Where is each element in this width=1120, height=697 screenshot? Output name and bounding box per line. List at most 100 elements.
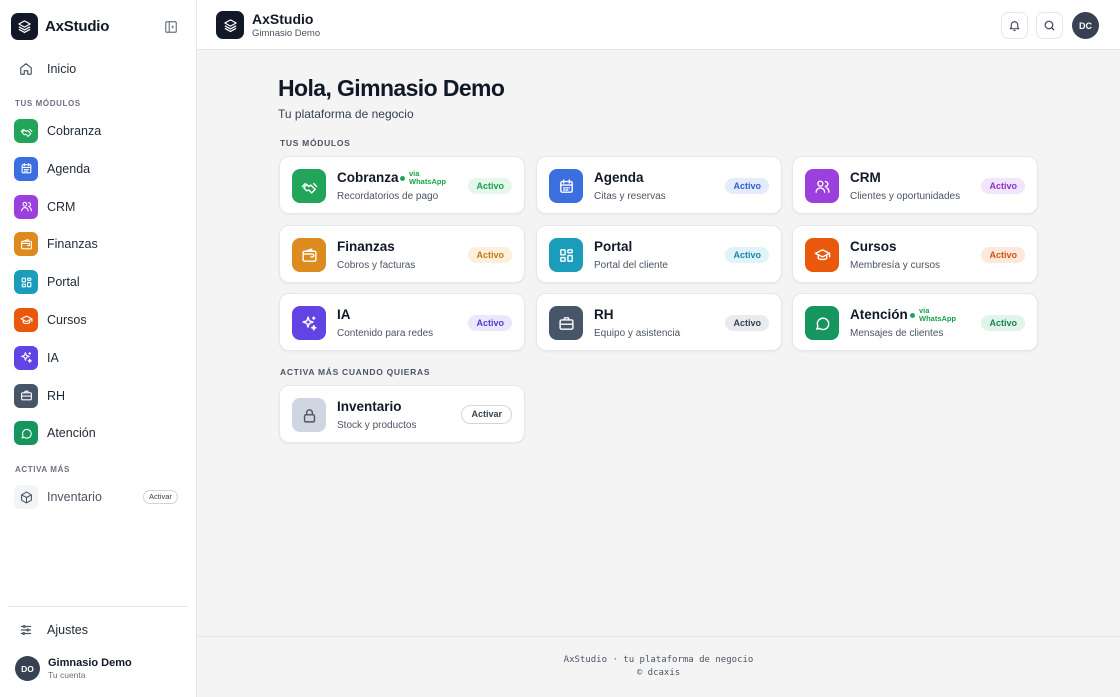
sidebar-item-portal[interactable]: Portal	[14, 269, 184, 295]
card-title: Agenda	[594, 170, 644, 185]
card-title: Inventario	[337, 399, 402, 414]
status-badge: Activo	[468, 315, 512, 331]
card-title: IA	[337, 307, 351, 322]
briefcase-icon	[14, 383, 38, 408]
sidebar-item-label: Cursos	[47, 313, 87, 327]
card-subtitle: Equipo y asistencia	[594, 328, 681, 339]
sparkles-icon	[292, 306, 326, 340]
calendar-icon	[14, 156, 38, 181]
search-button[interactable]	[1036, 12, 1063, 39]
status-dot	[400, 175, 405, 181]
card-title: Cobranza	[337, 170, 399, 185]
card-subtitle: Portal del cliente	[594, 260, 668, 271]
header-title: AxStudio	[252, 11, 314, 27]
graduation-cap-icon	[805, 238, 839, 272]
status-badge: Activo	[725, 178, 769, 194]
sidebar-item-label: Portal	[47, 275, 80, 290]
sidebar-item-finanzas[interactable]: Finanzas	[14, 231, 184, 257]
sidebar-item-label: Atención	[47, 426, 96, 441]
grid-icon	[14, 270, 38, 295]
card-subtitle: Contenido para redes	[337, 328, 434, 339]
sidebar-item-label: IA	[47, 350, 59, 365]
module-card-inventario[interactable]: Inventario Stock y productos Activar	[279, 385, 525, 443]
sidebar-activar-button[interactable]: Activar	[143, 490, 178, 504]
top-header: AxStudio Gimnasio Demo DC	[197, 0, 1120, 50]
graduation-cap-icon	[14, 308, 38, 332]
sidebar-item-atención[interactable]: Atención	[14, 420, 184, 446]
sidebar-item-agenda[interactable]: Agenda	[14, 156, 184, 182]
sidebar-item-ajustes[interactable]: Ajustes	[14, 617, 184, 643]
module-card-rh[interactable]: RH Equipo y asistencia Activo	[536, 293, 782, 351]
card-title: CRM	[850, 170, 881, 185]
account-menu[interactable]: DO Gimnasio Demo Tu cuenta	[15, 656, 132, 681]
whatsapp-tag-label: via WhatsApp	[919, 306, 957, 323]
page-title: Hola, Gimnasio Demo	[278, 75, 505, 101]
activar-button[interactable]: Activar	[461, 405, 512, 424]
wallet-icon	[14, 232, 38, 257]
whatsapp-tag-label: via WhatsApp	[409, 169, 447, 186]
account-name: Gimnasio Demo	[48, 657, 132, 669]
sliders-icon	[14, 618, 38, 642]
status-badge: Activo	[981, 178, 1025, 194]
status-dot	[910, 312, 915, 318]
users-icon	[805, 169, 839, 203]
sidebar-item-label: CRM	[47, 199, 76, 214]
notifications-button[interactable]	[1001, 12, 1028, 39]
wallet-icon	[292, 238, 326, 272]
status-badge: Activo	[725, 315, 769, 331]
module-card-cobranza[interactable]: Cobranza Recordatorios de pago Activo via W…	[279, 156, 525, 214]
bell-icon	[1009, 21, 1020, 31]
module-card-finanzas[interactable]: Finanzas Cobros y facturas Activo	[279, 225, 525, 283]
sidebar-section-modules: TUS MÓDULOS	[15, 99, 81, 108]
sidebar-divider	[8, 606, 188, 607]
grid-icon	[549, 238, 583, 272]
sidebar-item-label: Agenda	[47, 161, 91, 176]
sidebar-item-label: Inicio	[47, 62, 77, 76]
status-badge: Activo	[725, 247, 769, 263]
layers-logo-icon	[216, 11, 244, 39]
module-card-portal[interactable]: Portal Portal del cliente Activo	[536, 225, 782, 283]
card-subtitle: Recordatorios de pago	[337, 191, 439, 202]
sidebar-item-rh[interactable]: RH	[14, 383, 184, 409]
sidebar-brand[interactable]: AxStudio	[11, 13, 109, 40]
handshake-icon	[292, 169, 326, 203]
sidebar-section-more: ACTIVA MÁS	[15, 465, 70, 474]
card-subtitle: Cobros y facturas	[337, 260, 416, 271]
sidebar-item-crm[interactable]: CRM	[14, 194, 184, 220]
sparkles-icon	[14, 345, 38, 370]
handshake-icon	[14, 119, 38, 143]
status-badge: Activo	[468, 247, 512, 263]
sidebar-item-cursos[interactable]: Cursos	[14, 307, 184, 333]
module-card-crm[interactable]: CRM Clientes y oportunidades Activo	[792, 156, 1038, 214]
search-icon	[1044, 20, 1055, 31]
sidebar-item-ia[interactable]: IA	[14, 345, 184, 371]
card-subtitle: Membresía y cursos	[850, 260, 941, 271]
module-card-ia[interactable]: IA Contenido para redes Activo	[279, 293, 525, 351]
sidebar-item-label: Inventario	[47, 490, 102, 504]
calendar-icon	[549, 169, 583, 203]
card-title: RH	[594, 307, 614, 322]
header-subtitle: Gimnasio Demo	[252, 28, 321, 39]
chat-icon	[805, 306, 839, 340]
sidebar-item-inicio[interactable]: Inicio	[14, 56, 184, 82]
status-badge: Activo	[981, 315, 1025, 331]
sidebar-item-label: Cobranza	[47, 124, 102, 138]
card-subtitle: Citas y reservas	[594, 191, 666, 202]
sidebar-item-cobranza[interactable]: Cobranza	[14, 118, 184, 144]
section-more: ACTIVA MÁS CUANDO QUIERAS	[280, 367, 431, 377]
status-badge: Activo	[468, 178, 512, 194]
whatsapp-tag: via WhatsApp	[400, 170, 453, 186]
module-card-cursos[interactable]: Cursos Membresía y cursos Activo	[792, 225, 1038, 283]
module-card-agenda[interactable]: Agenda Citas y reservas Activo	[536, 156, 782, 214]
sidebar-brand-name: AxStudio	[45, 18, 110, 35]
card-subtitle: Stock y productos	[337, 420, 417, 431]
account-sub: Tu cuenta	[48, 670, 86, 680]
footer-line-2: © dcaxis	[636, 668, 681, 678]
sidebar-collapse-icon[interactable]	[163, 19, 179, 35]
header-avatar[interactable]: DC	[1072, 12, 1099, 39]
card-title: Cursos	[850, 239, 897, 254]
module-card-atención[interactable]: Atención Mensajes de clientes Activo via Wh…	[792, 293, 1038, 351]
sidebar: AxStudio Inicio TUS MÓDULOS Cobranza Agen…	[0, 0, 197, 697]
header-brand[interactable]: AxStudio Gimnasio Demo	[216, 11, 320, 39]
layers-logo-icon	[11, 13, 38, 40]
